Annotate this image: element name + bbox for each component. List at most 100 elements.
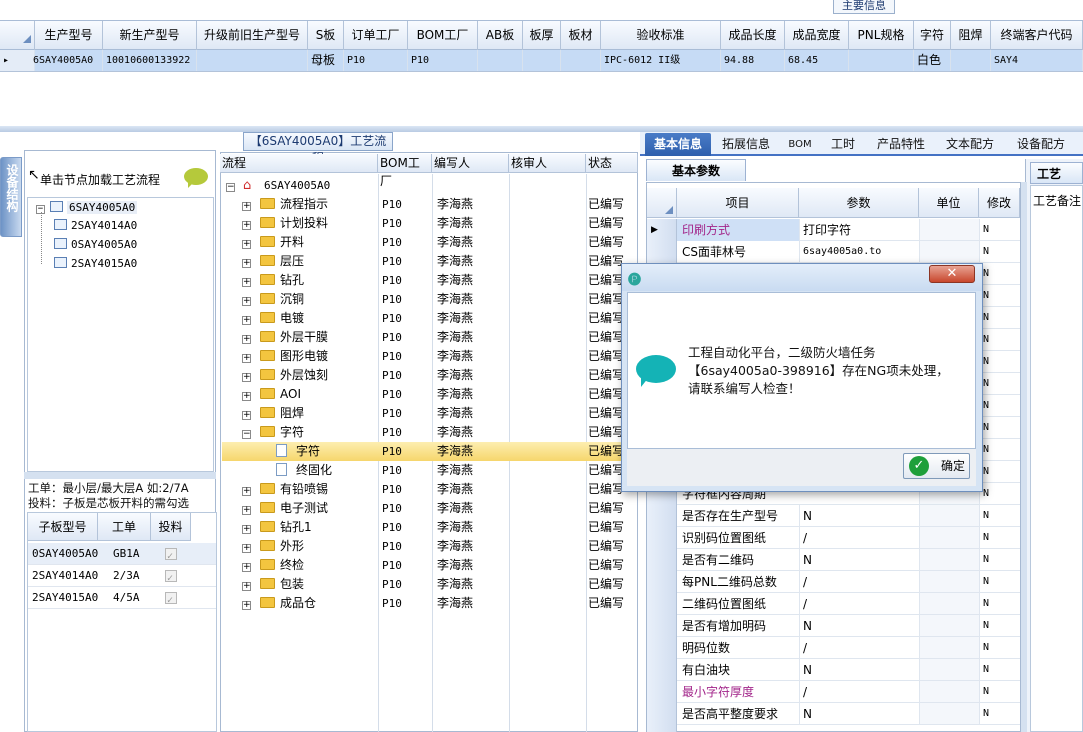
col-header[interactable]: 参数 (799, 188, 919, 218)
param-modified[interactable]: N (979, 307, 1020, 329)
tree-node[interactable]: 0SAY4005A0 (54, 238, 137, 251)
param-modified[interactable]: N (979, 285, 1020, 307)
process-name[interactable]: AOI (280, 385, 301, 404)
param-modified[interactable]: N (979, 417, 1020, 439)
process-name[interactable]: 有铅喷锡 (280, 480, 328, 499)
col-header[interactable]: 验收标准 (601, 21, 721, 50)
collapse-icon[interactable]: − (242, 423, 256, 442)
param-unit[interactable] (919, 505, 979, 526)
checkbox[interactable] (165, 546, 177, 568)
cell[interactable]: 母板 (308, 50, 344, 71)
process-row[interactable]: + 成品仓 P10 李海燕 已编写 (222, 594, 637, 613)
process-row[interactable]: 终固化 P10 李海燕 已编写 (222, 461, 637, 480)
param-row[interactable]: 识别码位置图纸 / N (677, 527, 1020, 549)
col-header[interactable]: 工单 (98, 513, 151, 541)
expand-icon[interactable]: + (242, 385, 256, 404)
expand-icon[interactable]: + (242, 404, 256, 423)
col-header[interactable]: 单位 (919, 188, 979, 218)
col-header[interactable]: 板材 (561, 21, 601, 50)
param-item[interactable]: 是否有二维码 (677, 549, 799, 571)
tree-node[interactable]: 2SAY4014A0 (54, 219, 137, 232)
expand-icon[interactable]: + (242, 328, 256, 347)
param-item[interactable]: 每PNL二维码总数 (677, 571, 799, 593)
cell[interactable]: 10010600133922 (103, 50, 197, 71)
param-value[interactable]: / (799, 593, 919, 615)
table-row[interactable]: 2SAY4014A0 2/3A (28, 565, 216, 590)
tree-node-label[interactable]: 0SAY4005A0 (71, 238, 137, 251)
col-header[interactable]: S板 (308, 21, 344, 50)
vertical-tab-equipment[interactable]: 设备结构 (0, 157, 22, 237)
param-modified[interactable]: N (979, 593, 1020, 615)
process-row[interactable]: + 外层干膜 P10 李海燕 已编写 (222, 328, 637, 347)
process-row[interactable]: 字符 P10 李海燕 已编写 (222, 442, 637, 461)
process-name[interactable]: 电镀 (280, 309, 304, 328)
expand-icon[interactable]: + (242, 195, 256, 214)
cell[interactable] (197, 50, 308, 71)
tab-text-recipe[interactable]: 文本配方 (938, 133, 1002, 156)
cell[interactable]: 0SAY4005A0 (32, 543, 98, 565)
collapse-icon[interactable]: − (226, 176, 240, 195)
param-item[interactable]: CS面菲林号 (677, 241, 799, 263)
param-row[interactable]: 二维码位置图纸 / N (677, 593, 1020, 615)
param-modified[interactable]: N (979, 439, 1020, 461)
param-unit[interactable] (919, 659, 979, 680)
param-unit[interactable] (919, 615, 979, 636)
process-name[interactable]: 钻孔 (280, 271, 304, 290)
param-item[interactable]: 有白油块 (677, 659, 799, 681)
param-modified[interactable]: N (979, 351, 1020, 373)
param-unit[interactable] (919, 593, 979, 614)
process-name[interactable]: 流程指示 (280, 195, 328, 214)
param-modified[interactable]: N (979, 483, 1020, 505)
col-header[interactable]: 升级前旧生产型号 (197, 21, 308, 50)
param-modified[interactable]: N (979, 703, 1020, 725)
param-unit[interactable] (919, 241, 979, 262)
table-row[interactable]: ▸ 6SAY4005A0 10010600133922 母板 P10 P10 I… (0, 50, 1083, 72)
param-value[interactable]: / (799, 571, 919, 593)
param-modified[interactable]: N (979, 527, 1020, 549)
expand-icon[interactable]: + (242, 366, 256, 385)
param-modified[interactable]: N (979, 659, 1020, 681)
process-row[interactable]: + 外层蚀刻 P10 李海燕 已编写 (222, 366, 637, 385)
cell[interactable]: 6SAY4005A0 (30, 50, 103, 71)
col-header[interactable]: 订单工厂 (344, 21, 408, 50)
main-info-caption[interactable]: 主要信息 (833, 0, 895, 14)
cell[interactable]: 2SAY4015A0 (32, 587, 98, 609)
process-row[interactable]: + 钻孔 P10 李海燕 已编写 (222, 271, 637, 290)
process-name[interactable]: 字符 (296, 442, 320, 461)
cell[interactable]: 68.45 (785, 50, 849, 71)
cell[interactable]: 2/3A (113, 565, 140, 587)
param-modified[interactable]: N (979, 571, 1020, 593)
col-header[interactable]: PNL规格 (849, 21, 914, 50)
param-item[interactable]: 最小字符厚度 (677, 681, 799, 703)
process-row[interactable]: + 图形电镀 P10 李海燕 已编写 (222, 347, 637, 366)
param-value[interactable]: N (799, 615, 919, 637)
param-value[interactable]: / (799, 637, 919, 659)
param-row[interactable]: 印刷方式 打印字符 N (677, 219, 1020, 241)
col-header[interactable]: AB板 (478, 21, 523, 50)
param-value[interactable]: / (799, 681, 919, 703)
cell[interactable] (561, 50, 601, 71)
param-item[interactable]: 是否有增加明码 (677, 615, 799, 637)
tab-basic-params[interactable]: 基本参数 (646, 159, 746, 181)
process-row[interactable]: + 有铅喷锡 P10 李海燕 已编写 (222, 480, 637, 499)
cell[interactable]: GB1A (113, 543, 140, 565)
param-modified[interactable]: N (979, 263, 1020, 285)
param-row[interactable]: 是否有二维码 N N (677, 549, 1020, 571)
process-caption[interactable]: 【6SAY4005A0】工艺流程 (243, 132, 393, 165)
param-unit[interactable] (919, 637, 979, 658)
param-modified[interactable]: N (979, 395, 1020, 417)
process-name[interactable]: 钻孔1 (280, 518, 312, 537)
col-header[interactable]: 板厚 (523, 21, 561, 50)
process-name[interactable]: 阻焊 (280, 404, 304, 423)
col-header[interactable]: 投料 (151, 513, 191, 541)
cell[interactable]: 白色 (914, 50, 951, 71)
tree-root[interactable]: −6SAY4005A0 (36, 201, 138, 214)
param-value[interactable]: / (799, 527, 919, 549)
process-root-row[interactable]: − ⌂ 6SAY4005A0 (222, 176, 637, 195)
col-header[interactable]: 流程 (220, 154, 378, 172)
process-name[interactable]: 电子测试 (280, 499, 328, 518)
process-row[interactable]: + AOI P10 李海燕 已编写 (222, 385, 637, 404)
param-unit[interactable] (919, 571, 979, 592)
tab-hours[interactable]: 工时 (823, 133, 863, 156)
param-modified[interactable]: N (979, 461, 1020, 483)
